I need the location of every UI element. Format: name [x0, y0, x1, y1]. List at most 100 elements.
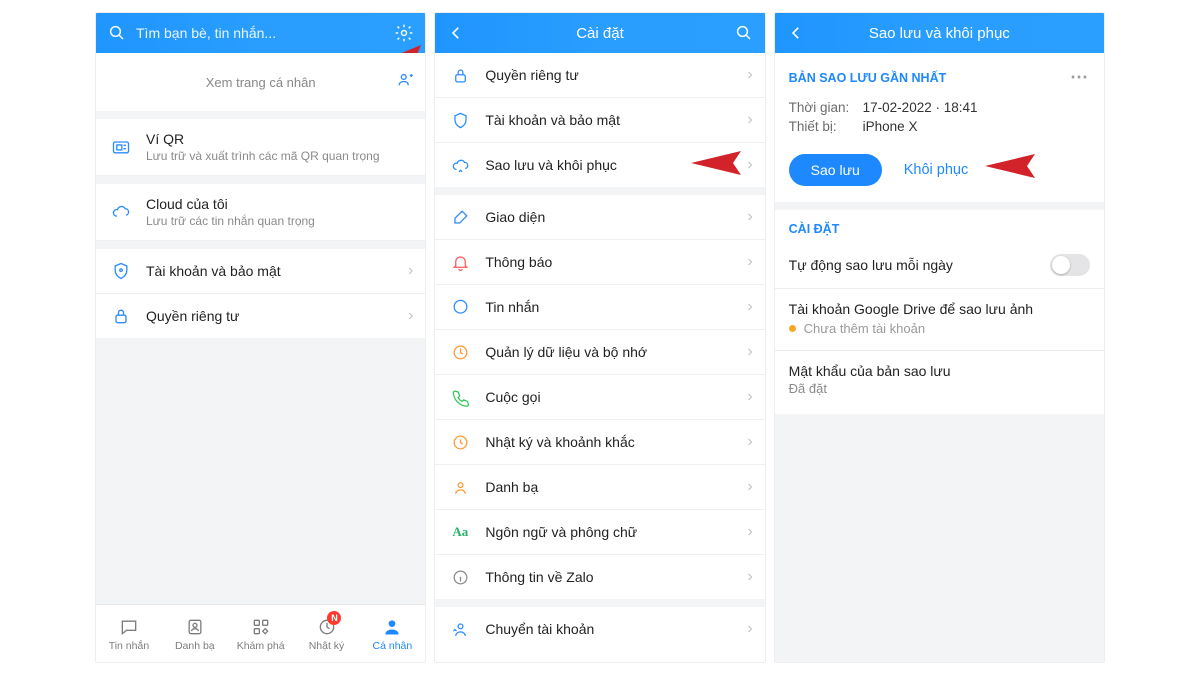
row-title: Danh bạ: [485, 479, 741, 495]
screen-backup-restore: Sao lưu và khôi phục BẢN SAO LƯU GẦN NHẤ…: [774, 12, 1105, 663]
row-title: Tài khoản Google Drive để sao lưu ảnh: [789, 301, 1090, 317]
chat-icon: [449, 296, 471, 318]
row-my-cloud[interactable]: Cloud của tôi Lưu trữ các tin nhắn quan …: [96, 184, 425, 241]
row-language[interactable]: Aa Ngôn ngữ và phông chữ ›: [435, 510, 764, 555]
time-key: Thời gian:: [789, 100, 863, 115]
row-privacy[interactable]: Quyền riêng tư ›: [96, 294, 425, 338]
cloud-sync-icon: [449, 154, 471, 176]
chevron-right-icon: ›: [747, 523, 752, 541]
search-icon[interactable]: [733, 22, 755, 44]
font-icon: Aa: [449, 521, 471, 543]
chevron-right-icon: ›: [747, 111, 752, 129]
drive-subtext: Chưa thêm tài khoản: [775, 319, 1104, 350]
search-input[interactable]: Tìm bạn bè, tin nhắn...: [128, 25, 393, 41]
row-title: Cuộc gọi: [485, 389, 741, 405]
row-security[interactable]: Tài khoản và bảo mật ›: [435, 98, 764, 143]
backup-button[interactable]: Sao lưu: [789, 154, 882, 186]
row-privacy[interactable]: Quyền riêng tư ›: [435, 53, 764, 98]
row-backup-restore[interactable]: Sao lưu và khôi phục ›: [435, 143, 764, 187]
chevron-right-icon: ›: [747, 253, 752, 271]
profile-link-text: Xem trang cá nhân: [206, 75, 316, 90]
back-icon[interactable]: [445, 22, 467, 44]
chevron-right-icon: ›: [747, 568, 752, 586]
clock-icon: [449, 431, 471, 453]
section-label: CÀI ĐẶT: [789, 222, 840, 236]
tab-messages[interactable]: Tin nhắn: [96, 605, 162, 662]
tab-me[interactable]: Cá nhân: [359, 605, 425, 662]
row-title: Ví QR: [146, 131, 413, 147]
password-subtext: Đã đặt: [775, 381, 1104, 414]
brush-icon: [449, 206, 471, 228]
device-key: Thiết bị:: [789, 119, 863, 134]
row-google-drive[interactable]: Tài khoản Google Drive để sao lưu ảnh: [775, 289, 1104, 319]
header-bar: Cài đặt: [435, 13, 764, 53]
row-backup-password[interactable]: Mật khẩu của bản sao lưu: [775, 351, 1104, 381]
contacts-icon: [449, 476, 471, 498]
section-settings: CÀI ĐẶT: [775, 210, 1104, 242]
shield-icon: [110, 260, 132, 282]
row-title: Ngôn ngữ và phông chữ: [485, 524, 741, 540]
device-value: iPhone X: [863, 119, 918, 134]
row-switch-account[interactable]: Chuyển tài khoản ›: [435, 607, 764, 651]
contacts-icon: [184, 616, 206, 638]
row-title: Thông báo: [485, 254, 741, 270]
profile-link-row[interactable]: Xem trang cá nhân: [96, 53, 425, 111]
row-title: Tin nhắn: [485, 299, 741, 315]
row-interface[interactable]: Giao diện ›: [435, 195, 764, 240]
tab-label: Danh bạ: [175, 640, 215, 652]
row-about[interactable]: Thông tin về Zalo ›: [435, 555, 764, 599]
backup-info: Thời gian:17-02-2022 · 18:41 Thiết bị:iP…: [775, 94, 1104, 142]
screen-personal: Tìm bạn bè, tin nhắn... Xem trang cá nhâ…: [95, 12, 426, 663]
row-contacts[interactable]: Danh bạ ›: [435, 465, 764, 510]
section-label: BẢN SAO LƯU GẦN NHẤT: [789, 71, 947, 85]
warning-dot-icon: [789, 325, 796, 332]
row-title: Tài khoản và bảo mật: [146, 263, 402, 279]
row-data-storage[interactable]: Quản lý dữ liệu và bộ nhớ ›: [435, 330, 764, 375]
storage-icon: [449, 341, 471, 363]
back-icon[interactable]: [785, 22, 807, 44]
row-diary[interactable]: Nhật ký và khoảnh khắc ›: [435, 420, 764, 465]
restore-button[interactable]: Khôi phục: [904, 162, 969, 178]
person-icon: [381, 616, 403, 638]
tab-label: Cá nhân: [373, 640, 413, 652]
row-title: Thông tin về Zalo: [485, 569, 741, 585]
chevron-right-icon: ›: [408, 307, 413, 325]
grid-icon: [250, 616, 272, 638]
row-notify[interactable]: Thông báo ›: [435, 240, 764, 285]
toggle-off[interactable]: [1050, 254, 1090, 276]
lock-icon: [110, 305, 132, 327]
settings-icon[interactable]: [393, 22, 415, 44]
cloud-icon: [110, 201, 132, 223]
row-security[interactable]: Tài khoản và bảo mật ›: [96, 249, 425, 294]
lock-icon: [449, 64, 471, 86]
row-title: Mật khẩu của bản sao lưu: [789, 363, 1090, 379]
tab-discover[interactable]: Khám phá: [228, 605, 294, 662]
row-subtitle: Lưu trữ và xuất trình các mã QR quan trọ…: [146, 149, 380, 163]
header-bar: Tìm bạn bè, tin nhắn...: [96, 13, 425, 53]
tab-diary[interactable]: N Nhật ký: [294, 605, 360, 662]
row-title: Quyền riêng tư: [485, 67, 741, 83]
time-value: 17-02-2022 · 18:41: [863, 100, 978, 115]
shield-icon: [449, 109, 471, 131]
row-title: Nhật ký và khoảnh khắc: [485, 434, 741, 450]
more-icon[interactable]: ⋯: [1070, 67, 1090, 88]
tab-contacts[interactable]: Danh bạ: [162, 605, 228, 662]
row-auto-backup[interactable]: Tự động sao lưu mỗi ngày: [775, 242, 1104, 288]
chat-icon: [118, 616, 140, 638]
add-user-icon[interactable]: [397, 71, 415, 92]
header-title: Sao lưu và khôi phục: [807, 25, 1072, 42]
chevron-right-icon: ›: [747, 433, 752, 451]
chevron-right-icon: ›: [747, 298, 752, 316]
header-bar: Sao lưu và khôi phục: [775, 13, 1104, 53]
row-message[interactable]: Tin nhắn ›: [435, 285, 764, 330]
chevron-right-icon: ›: [747, 478, 752, 496]
row-call[interactable]: Cuộc gọi ›: [435, 375, 764, 420]
info-icon: [449, 566, 471, 588]
tab-label: Tin nhắn: [109, 640, 149, 652]
row-qr-wallet[interactable]: Ví QR Lưu trữ và xuất trình các mã QR qu…: [96, 119, 425, 176]
row-title: Sao lưu và khôi phục: [485, 157, 741, 173]
chevron-right-icon: ›: [747, 620, 752, 638]
search-icon[interactable]: [106, 22, 128, 44]
row-subtitle: Lưu trữ các tin nhắn quan trọng: [146, 214, 315, 228]
qr-icon: [110, 136, 132, 158]
